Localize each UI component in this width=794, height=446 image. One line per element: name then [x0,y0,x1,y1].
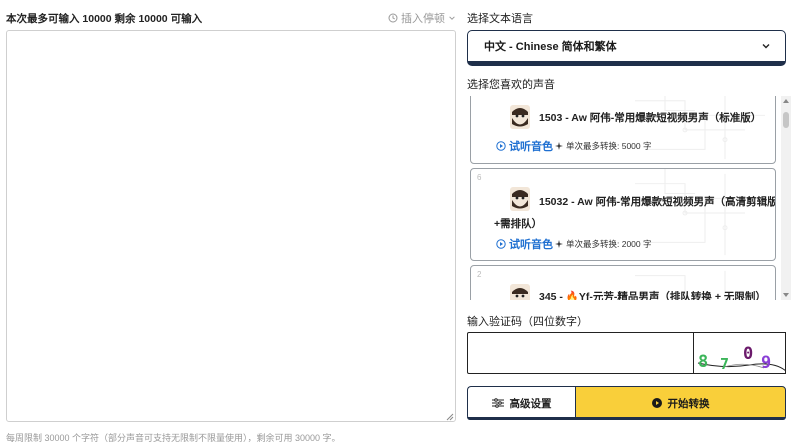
button-group-shadow [467,417,786,420]
listen-button[interactable]: 试听音色 [496,236,553,252]
voice-card[interactable]: 1503 - Aw 阿伟-常用爆款短视频男声（标准版） 试听音色 单次最多转换:… [470,96,776,164]
voice-list[interactable]: 1503 - Aw 阿伟-常用爆款短视频男声（标准版） 试听音色 单次最多转换:… [467,96,791,300]
advanced-settings-button[interactable]: 高级设置 [467,386,575,420]
voice-label: 选择您喜欢的声音 [467,79,555,91]
play-circle-icon [496,141,506,151]
settings-panel: 选择文本语言 中文 - Chinese 简体和繁体 选择您喜欢的声音 1503 … [462,0,794,446]
sparkle-icon [555,240,563,248]
voice-list-scrollbar[interactable] [781,96,791,300]
sparkle-icon [555,142,563,150]
start-conversion-label: 开始转换 [667,397,710,410]
voice-name-continued: +需排队） [494,218,543,230]
sliders-icon [491,398,504,408]
advanced-settings-label: 高级设置 [509,397,552,410]
man-avatar [510,284,530,300]
usage-footnote: 每周限制 30000 个字符（部分声音可支持无限制不限量使用），剩余可用 300… [6,433,341,443]
resize-handle-icon[interactable] [444,411,454,421]
chevron-down-icon [449,16,455,20]
voice-name: 345 - 🔥Yf-元芳-精品男声（排队转换 + 无限制） [539,291,766,300]
captcha-label: 输入验证码（四位数字） [467,316,588,328]
captcha-digit: 7 [720,355,729,373]
listen-label: 试听音色 [509,141,553,153]
scroll-down-arrow[interactable] [783,293,789,297]
scroll-thumb[interactable] [783,112,789,128]
scroll-up-arrow[interactable] [783,99,789,103]
bearded-man-avatar [510,187,530,211]
captcha-graphic: 8 7 0 9 [697,344,785,373]
chevron-down-icon [762,44,770,49]
editor-header: 本次最多可输入 10000 剩余 10000 可输入 插入停顿 [6,10,456,26]
quota-text: 单次最多转换: 2000 字 [566,239,652,249]
captcha-digit: 0 [743,344,753,364]
voice-name: 15032 - Aw 阿伟-常用爆款短视频男声（高清剪辑版 [539,196,776,208]
insert-pause-button[interactable]: 插入停顿 [388,10,456,26]
text-input-area[interactable] [6,30,456,422]
quota-text: 单次最多转换: 5000 字 [566,141,652,151]
voice-card[interactable]: 2 345 - 🔥Yf-元芳-精品男声（排队转换 + 无限制） [470,265,776,300]
start-conversion-button[interactable]: 开始转换 [575,386,786,420]
listen-button[interactable]: 试听音色 [496,138,553,154]
clock-icon [388,13,398,23]
language-selected-value: 中文 - Chinese 简体和繁体 [484,41,617,53]
conversion-quota: 单次最多转换: 5000 字 [555,140,652,152]
play-circle-icon [651,398,662,408]
captcha-digit: 8 [698,352,708,372]
play-circle-icon [496,239,506,249]
captcha-image[interactable]: 8 7 0 9 [694,332,786,374]
voice-card[interactable]: 6 15032 - Aw 阿伟-常用爆款短视频男声（高清剪辑版 +需排队） 试听… [470,168,776,261]
text-editor-panel: 本次最多可输入 10000 剩余 10000 可输入 插入停顿 每周限制 300… [0,0,462,446]
captcha-digit: 9 [761,353,771,373]
insert-pause-label: 插入停顿 [401,13,445,25]
conversion-quota: 单次最多转换: 2000 字 [555,238,652,250]
input-limit-text: 本次最多可输入 10000 剩余 10000 可输入 [6,12,203,25]
listen-label: 试听音色 [509,239,553,251]
language-label: 选择文本语言 [467,13,533,25]
circuit-pattern [635,96,765,160]
voice-index: 6 [477,173,482,182]
voice-index: 2 [477,270,482,279]
captcha-input[interactable] [467,332,694,374]
language-select[interactable]: 中文 - Chinese 简体和繁体 [467,30,786,66]
bearded-man-avatar [510,105,530,129]
voice-name: 1503 - Aw 阿伟-常用爆款短视频男声（标准版） [539,112,762,124]
